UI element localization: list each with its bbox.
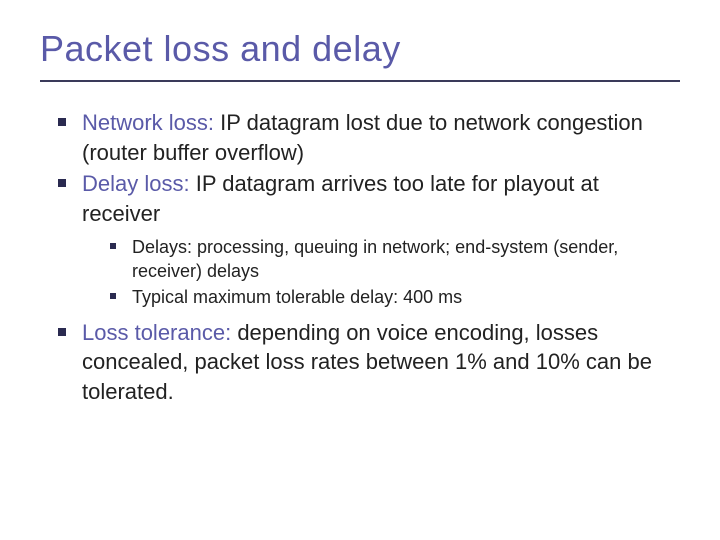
sub-bullet-max-delay: Typical maximum tolerable delay: 400 ms	[110, 285, 680, 309]
bullet-delay-loss: Delay loss: IP datagram arrives too late…	[58, 169, 680, 309]
sub-bullet-delays: Delays: processing, queuing in network; …	[110, 235, 680, 284]
bullet-lead: Delay loss:	[82, 171, 190, 196]
bullet-lead: Network loss:	[82, 110, 214, 135]
slide: Packet loss and delay Network loss: IP d…	[0, 0, 720, 540]
bullet-lead: Loss tolerance:	[82, 320, 231, 345]
sub-bullet-list: Delays: processing, queuing in network; …	[82, 235, 680, 310]
bullet-list: Network loss: IP datagram lost due to ne…	[40, 108, 680, 407]
slide-title: Packet loss and delay	[40, 28, 680, 82]
bullet-loss-tolerance: Loss tolerance: depending on voice encod…	[58, 318, 680, 407]
bullet-network-loss: Network loss: IP datagram lost due to ne…	[58, 108, 680, 167]
